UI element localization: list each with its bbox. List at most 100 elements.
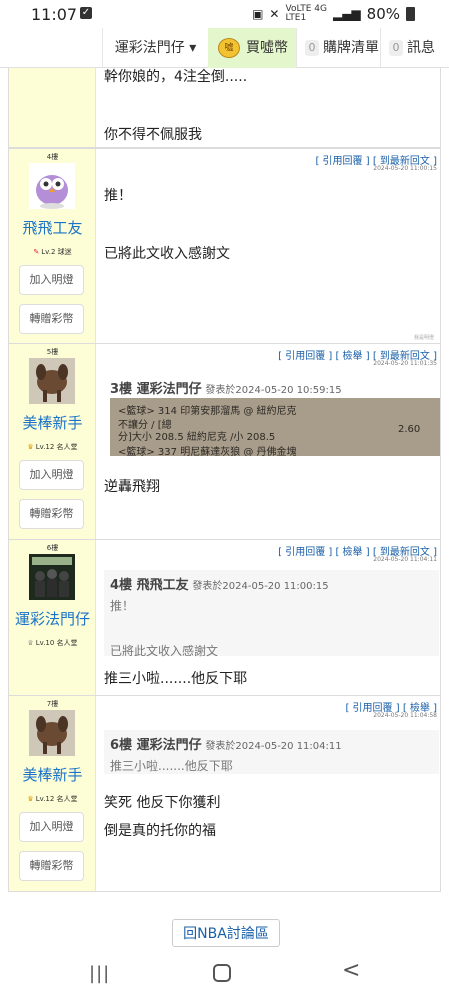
- post-text: 倒是真的托你的福: [104, 823, 216, 839]
- post-text: 逆轟飛翔: [104, 479, 160, 495]
- trophy-icon: ♛: [27, 795, 34, 803]
- coin-icon: 噓: [218, 38, 240, 58]
- user-level: ♛ Lv.12 名人堂: [9, 442, 96, 452]
- quote-header: 4樓 飛飛工友 發表於2024-05-20 11:00:15: [104, 570, 439, 593]
- user-level: ✎ Lv.2 球迷: [9, 247, 96, 257]
- post-floor-6: 6樓 運彩法門仔 ♕ Lv.10 名人堂 [ 引用回覆 ] [ 檢舉 ] [ 到最…: [8, 540, 441, 696]
- system-nav-bar: ||| <: [0, 948, 449, 1000]
- cart-button[interactable]: 0 購牌清單: [296, 28, 380, 68]
- avatar[interactable]: [29, 710, 75, 756]
- username[interactable]: 飛飛工友: [9, 217, 96, 238]
- follow-button[interactable]: 加入明燈: [19, 812, 84, 842]
- post-sidebar: 4樓 飛飛工友 ✎ Lv.2 球迷 加入明燈 轉贈彩幣: [9, 149, 96, 343]
- quote-text: 推三小啦.......他反下耶: [110, 759, 233, 773]
- user-level: ♛ Lv.12 名人堂: [9, 794, 96, 804]
- quoted-post: 3樓 運彩法門仔 發表於2024-05-20 10:59:15 <籃球> 314…: [104, 374, 440, 460]
- avatar[interactable]: [29, 163, 75, 209]
- horse-avatar-image: [29, 710, 75, 756]
- buy-coin-label: 買噓幣: [246, 40, 288, 56]
- user-level-text: Lv.10 名人堂: [35, 639, 78, 647]
- post-sidebar: 6樓 運彩法門仔 ♕ Lv.10 名人堂: [9, 540, 96, 695]
- level-icon: ✎: [33, 248, 40, 256]
- top-nav: 運彩法門仔 ▾ 噓 買噓幣 0 購牌清單 0 訊息: [0, 28, 449, 68]
- quoted-post: 6樓 運彩法門仔 發表於2024-05-20 11:04:11 推三小啦....…: [104, 730, 439, 774]
- trophy-icon: ♛: [27, 443, 34, 451]
- post-floor-3: 幹你娘的，4注全倒..... 你不得不佩服我: [8, 68, 441, 148]
- post-timestamp: 2024-05-20 11:01:35: [373, 360, 437, 367]
- username[interactable]: 運彩法門仔: [9, 608, 96, 629]
- avatar[interactable]: [29, 554, 75, 600]
- username[interactable]: 美棒新手: [9, 764, 96, 785]
- quote-reply-link[interactable]: [ 引用回覆 ]: [315, 156, 369, 167]
- mute-icon: ✕: [269, 7, 280, 21]
- quote-reply-link[interactable]: [ 引用回覆 ]: [278, 547, 332, 558]
- watermark-text: 我是明燈: [413, 335, 434, 341]
- post-text: 推三小啦.......他反下耶: [104, 671, 248, 687]
- post-sidebar: 7樓 美棒新手 ♛ Lv.12 名人堂 加入明燈 轉贈彩幣: [9, 696, 96, 891]
- quote-author: 6樓 運彩法門仔: [110, 738, 202, 753]
- status-icons: ▣ ✕ VoLTE 4G LTE1 ▂▄▆ 80%: [252, 5, 415, 23]
- user-level-text: Lv.12 名人堂: [35, 443, 78, 451]
- post-timestamp: 2024-05-20 11:04:11: [373, 556, 437, 563]
- report-link[interactable]: [ 檢舉 ]: [335, 547, 369, 558]
- back-to-forum-button[interactable]: 回NBA討論區: [172, 919, 280, 947]
- home-icon[interactable]: [213, 964, 231, 982]
- user-level-text: Lv.12 名人堂: [35, 795, 78, 803]
- post-text: 你不得不佩服我: [104, 127, 202, 143]
- post-floor-5: 5樓 美棒新手 ♛ Lv.12 名人堂 加入明燈 轉贈彩幣 [ 引用回覆 ] [ …: [8, 344, 441, 540]
- post-timestamp: 2024-05-20 11:04:58: [373, 712, 437, 719]
- recent-apps-button[interactable]: |||: [89, 963, 110, 984]
- ticket-row: <籃球> 314 印第安那溜馬 @ 紐約尼克: [118, 406, 297, 417]
- avatar[interactable]: [29, 358, 75, 404]
- messages-button[interactable]: 0 訊息: [380, 28, 449, 68]
- post-floor-7: 7樓 美棒新手 ♛ Lv.12 名人堂 加入明燈 轉贈彩幣 [ 引用回覆 ] [ …: [8, 696, 441, 892]
- buy-coin-button[interactable]: 噓 買噓幣: [208, 28, 296, 68]
- post-floor-4: 4樓 飛飛工友 ✎ Lv.2 球迷 加入明燈 轉贈彩幣 [ 引用回覆 ] [ 到最…: [8, 148, 441, 344]
- floor-number: 6樓: [46, 544, 59, 552]
- cart-label: 購牌清單: [323, 40, 379, 56]
- status-bar: 11:07 ✓ ▣ ✕ VoLTE 4G LTE1 ▂▄▆ 80%: [0, 0, 449, 28]
- forum-dropdown[interactable]: 運彩法門仔 ▾: [102, 28, 208, 68]
- messages-label: 訊息: [407, 40, 435, 56]
- lock-icon: ▣: [252, 7, 264, 21]
- post-sidebar: [9, 68, 96, 147]
- follow-button[interactable]: 加入明燈: [19, 460, 84, 490]
- username[interactable]: 美棒新手: [9, 412, 96, 433]
- gift-coins-button[interactable]: 轉贈彩幣: [19, 851, 84, 881]
- battery-icon: [406, 7, 415, 21]
- post-sidebar: 5樓 美棒新手 ♛ Lv.12 名人堂 加入明燈 轉贈彩幣: [9, 344, 96, 539]
- post-text: 推！: [104, 188, 132, 204]
- quote-date: 發表於2024-05-20 10:59:15: [205, 385, 342, 396]
- user-level: ♕ Lv.10 名人堂: [9, 638, 96, 648]
- quote-author: 4樓 飛飛工友: [110, 578, 189, 593]
- band-avatar-image: [29, 554, 75, 600]
- network-label: VoLTE 4G LTE1: [285, 5, 326, 23]
- owl-avatar-image: [36, 175, 68, 209]
- quote-header: 3樓 運彩法門仔 發表於2024-05-20 10:59:15: [104, 374, 439, 397]
- gift-coins-button[interactable]: 轉贈彩幣: [19, 304, 84, 334]
- battery-percent: 80%: [366, 5, 400, 23]
- floor-number: 4樓: [46, 153, 59, 161]
- bet-ticket-image[interactable]: <籃球> 314 印第安那溜馬 @ 紐約尼克 不讓分 / [總 分]大小 208…: [110, 398, 440, 456]
- quote-date: 發表於2024-05-20 11:04:11: [205, 741, 342, 752]
- quote-header: 6樓 運彩法門仔 發表於2024-05-20 11:04:11: [104, 730, 439, 753]
- quoted-post: 4樓 飛飛工友 發表於2024-05-20 11:00:15 推！ 已將此文收入…: [104, 570, 439, 658]
- quote-author: 3樓 運彩法門仔: [110, 382, 202, 397]
- back-button[interactable]: <: [342, 958, 360, 983]
- check-notification-icon: ✓: [80, 7, 92, 19]
- post-text: 已將此文收入感謝文: [104, 246, 230, 262]
- trophy-icon: ♕: [27, 639, 34, 647]
- cart-count-badge: 0: [305, 40, 319, 56]
- report-link[interactable]: [ 檢舉 ]: [335, 351, 369, 362]
- follow-button[interactable]: 加入明燈: [19, 265, 84, 295]
- quote-date: 發表於2024-05-20 11:00:15: [192, 581, 329, 592]
- ticket-row: 分]大小 208.5 紐約尼克 /小 208.5: [118, 432, 276, 443]
- floor-number: 5樓: [46, 348, 59, 356]
- ticket-row: <籃球> 337 明尼蘇達灰狼 @ 丹佛金塊: [118, 447, 297, 456]
- post-timestamp: 2024-05-20 11:00:15: [373, 165, 437, 172]
- quote-text: 推！: [110, 599, 135, 613]
- gift-coins-button[interactable]: 轉贈彩幣: [19, 499, 84, 529]
- floor-number: 7樓: [46, 700, 59, 708]
- post-text: 笑死 他反下你獲利: [104, 795, 221, 811]
- quote-reply-link[interactable]: [ 引用回覆 ]: [278, 351, 332, 362]
